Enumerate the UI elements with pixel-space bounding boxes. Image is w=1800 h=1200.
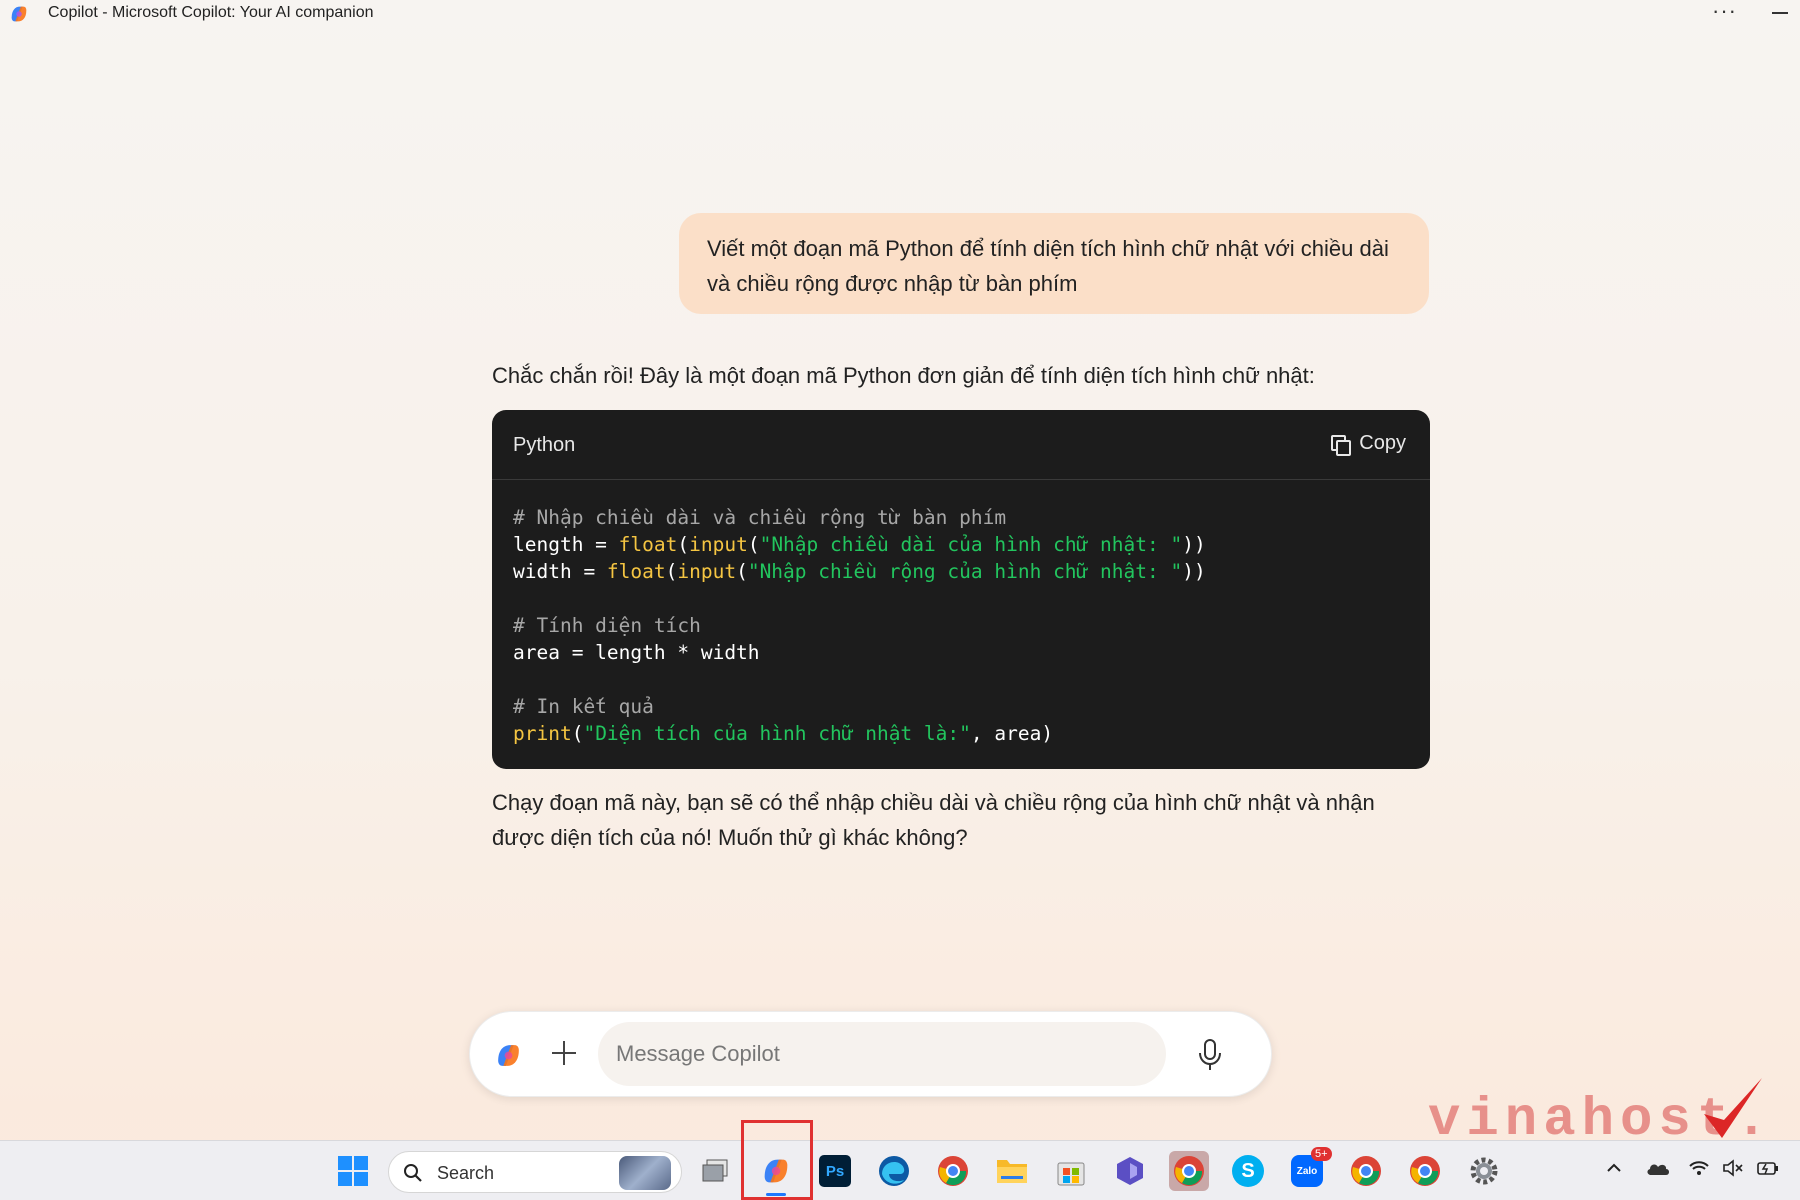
message-composer <box>469 1011 1272 1097</box>
code-line: # Tính diện tích <box>513 612 1409 639</box>
search-icon <box>404 1164 422 1182</box>
code-line: area = length * width <box>513 639 1409 666</box>
battery-icon[interactable] <box>1756 1159 1780 1179</box>
task-view-icon <box>702 1159 728 1182</box>
code-token-plain: ( <box>747 533 760 556</box>
message-input[interactable] <box>598 1022 1166 1086</box>
code-line: # In kết quả <box>513 693 1409 720</box>
code-token-plain: )) <box>1182 560 1206 583</box>
code-token-comment: # Tính diện tích <box>513 614 701 637</box>
chrome-icon <box>938 1156 968 1186</box>
search-highlight-image <box>619 1156 671 1190</box>
start-button[interactable] <box>333 1151 373 1191</box>
minimize-button[interactable] <box>1772 12 1788 14</box>
wifi-icon[interactable] <box>1688 1159 1710 1177</box>
gear-icon <box>1470 1157 1498 1185</box>
edge-icon <box>879 1156 909 1186</box>
taskbar-search[interactable]: Search <box>388 1151 682 1193</box>
copy-icon <box>1331 434 1352 456</box>
code-line: length = float(input("Nhập chiều dài của… <box>513 531 1409 558</box>
code-token-fn: float <box>606 560 666 583</box>
cloud-icon[interactable] <box>1645 1159 1671 1177</box>
code-token-comment: # Nhập chiều dài và chiều rộng từ bàn ph… <box>513 506 1007 529</box>
search-label: Search <box>437 1163 495 1183</box>
code-line: width = float(input("Nhập chiều rộng của… <box>513 558 1409 585</box>
zalo-notification-badge: 5+ <box>1311 1147 1332 1161</box>
file-explorer-button[interactable] <box>992 1151 1032 1191</box>
code-block: Python Copy # Nhập chiều dài và chiều rộ… <box>492 410 1430 769</box>
code-token-plain: length = <box>513 533 619 556</box>
code-token-plain: ( <box>677 533 690 556</box>
chrome-button[interactable] <box>933 1151 973 1191</box>
chrome-profile-2-button[interactable] <box>1346 1151 1386 1191</box>
code-line: print("Diện tích của hình chữ nhật là:",… <box>513 720 1409 747</box>
code-token-str: "Nhập chiều rộng của hình chữ nhật: " <box>747 560 1183 583</box>
code-token-str: "Diện tích của hình chữ nhật là:" <box>583 722 971 745</box>
store-icon <box>1057 1162 1085 1186</box>
code-line: # Nhập chiều dài và chiều rộng từ bàn ph… <box>513 504 1409 531</box>
assistant-intro-text: Chắc chắn rồi! Đây là một đoạn mã Python… <box>492 363 1315 388</box>
assistant-outro-text: Chạy đoạn mã này, bạn sẽ có thể nhập chi… <box>492 790 1375 850</box>
zalo-button[interactable]: Zalo 5+ <box>1287 1147 1332 1191</box>
code-token-fn: float <box>618 533 678 556</box>
speaker-muted-icon[interactable] <box>1722 1159 1744 1177</box>
code-token-plain: area = length * width <box>513 641 760 664</box>
code-token-plain: )) <box>1182 533 1206 556</box>
copy-label: Copy <box>1359 432 1406 454</box>
edge-button[interactable] <box>874 1151 914 1191</box>
code-token-plain: ( <box>665 560 678 583</box>
code-token-fn: print <box>513 722 572 745</box>
code-token-str: "Nhập chiều dài của hình chữ nhật: " <box>759 533 1183 556</box>
app-icon <box>1117 1157 1143 1185</box>
settings-button[interactable] <box>1464 1151 1504 1191</box>
task-view-button[interactable] <box>696 1151 736 1191</box>
code-language-label: Python <box>513 434 576 456</box>
watermark-checkmark-icon <box>1704 1078 1762 1138</box>
title-bar: Copilot - Microsoft Copilot: Your AI com… <box>0 0 1800 30</box>
copilot-highlight-box <box>741 1120 813 1200</box>
user-message: Viết một đoạn mã Python để tính diện tíc… <box>679 213 1429 314</box>
microphone-icon[interactable] <box>1197 1038 1223 1072</box>
store-button[interactable] <box>1051 1151 1091 1191</box>
skype-button[interactable]: S <box>1228 1151 1268 1191</box>
photoshop-icon: Ps <box>819 1155 851 1187</box>
code-token-fn: input <box>677 560 737 583</box>
more-options-button[interactable]: ··· <box>1712 0 1737 24</box>
code-body: # Nhập chiều dài và chiều rộng từ bàn ph… <box>492 480 1430 747</box>
copilot-logo-icon <box>11 6 27 22</box>
windows-icon <box>338 1156 368 1186</box>
window-title: Copilot - Microsoft Copilot: Your AI com… <box>48 4 374 21</box>
add-attachment-button[interactable] <box>547 1036 581 1070</box>
chrome-icon <box>1410 1156 1440 1186</box>
code-token-plain: , area) <box>970 722 1054 745</box>
photoshop-button[interactable]: Ps <box>815 1151 855 1191</box>
code-token-fn: input <box>689 533 748 556</box>
chrome-profile-3-button[interactable] <box>1405 1151 1445 1191</box>
chevron-up-icon[interactable] <box>1605 1159 1623 1177</box>
copy-code-button[interactable]: Copy <box>1331 432 1406 456</box>
chrome-profile-1-button[interactable] <box>1169 1151 1209 1191</box>
folder-icon <box>997 1160 1027 1183</box>
purple-app-button[interactable] <box>1110 1151 1150 1191</box>
copilot-icon[interactable] <box>493 1040 524 1071</box>
taskbar: Search Ps S Zalo 5+ <box>0 1140 1800 1200</box>
chrome-icon <box>1351 1156 1381 1186</box>
code-token-plain: ( <box>736 560 748 583</box>
code-token-plain: width = <box>513 560 607 583</box>
skype-icon: S <box>1232 1155 1264 1187</box>
code-token-comment: # In kết quả <box>513 695 654 718</box>
code-block-header: Python Copy <box>492 410 1430 480</box>
code-token-plain: ( <box>571 722 584 745</box>
chrome-icon <box>1174 1156 1204 1186</box>
